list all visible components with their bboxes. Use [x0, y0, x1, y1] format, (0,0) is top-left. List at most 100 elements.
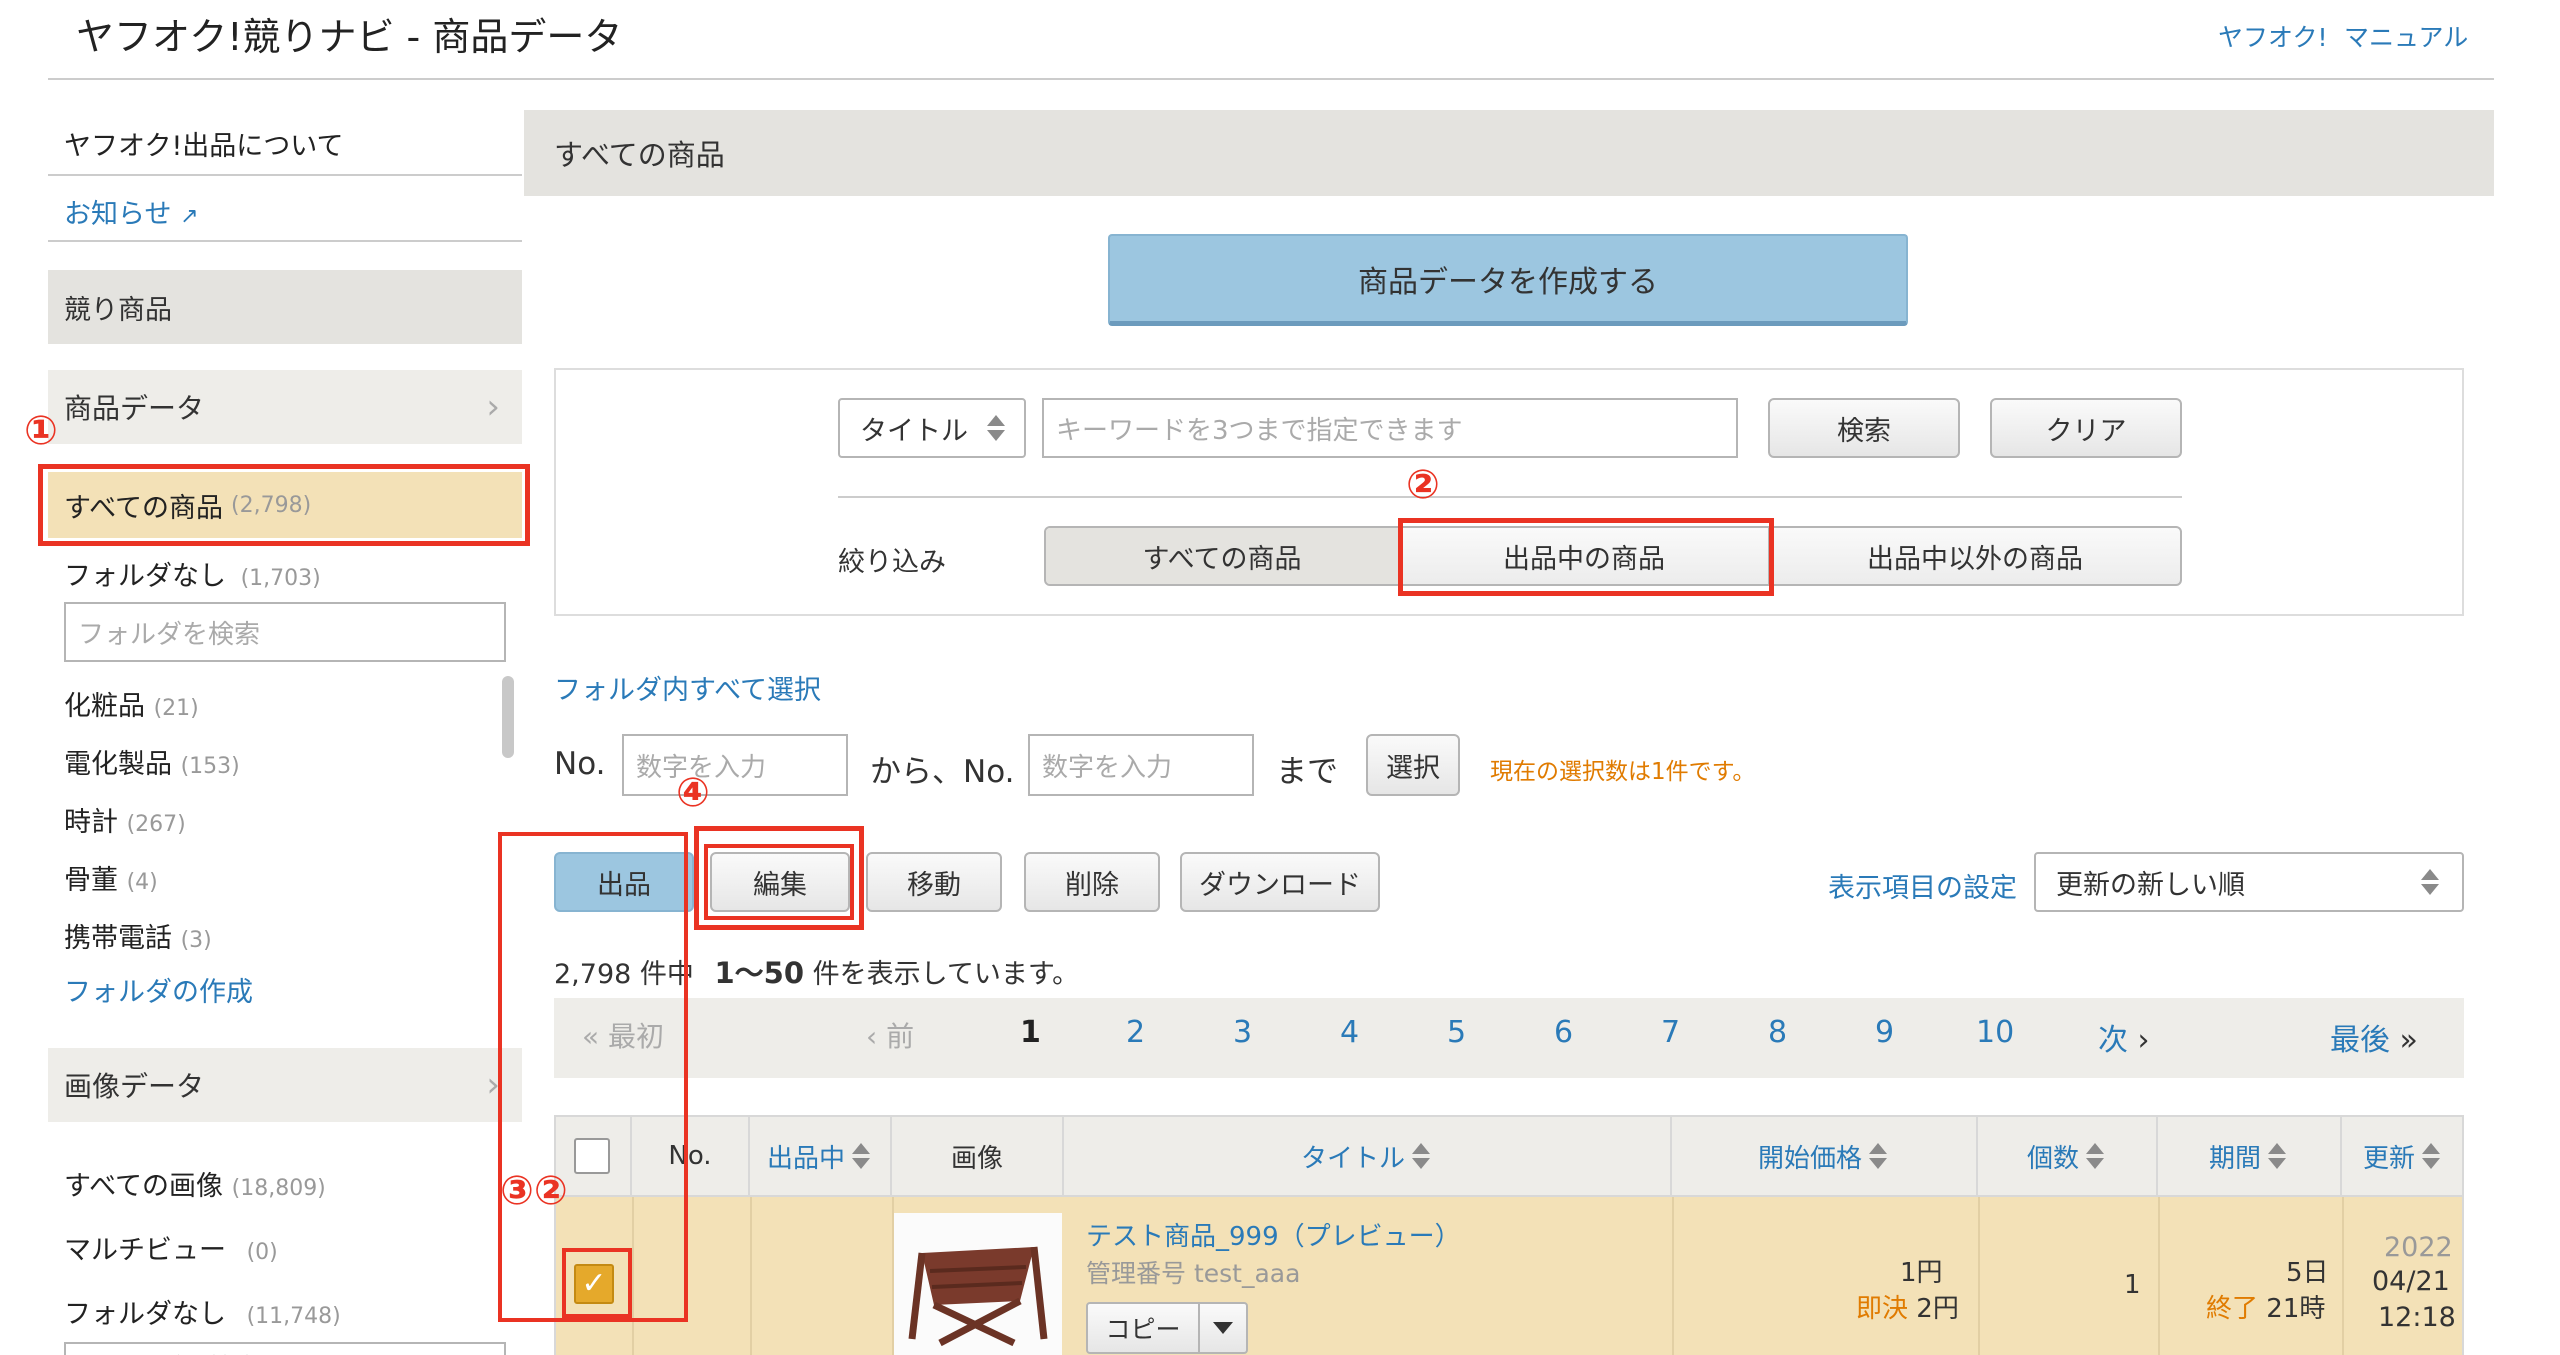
sidebar-section-items-label: 競り商品 [64, 294, 172, 326]
range-from-text: から、No. [870, 754, 1015, 790]
range-select-button[interactable]: 選択 [1366, 734, 1460, 796]
col-image: 画像 [892, 1115, 1064, 1197]
sort-icon [1409, 1141, 1433, 1171]
selection-status: 現在の選択数は1件です。 [1490, 759, 1756, 785]
folder-item[interactable]: 化粧品 (21) [64, 684, 504, 742]
row-column-divider [1978, 1197, 1980, 1355]
image-folder-search-input[interactable]: フォルダを検索 [64, 1342, 506, 1355]
search-button[interactable]: 検索 [1768, 398, 1960, 458]
duration: 5日 [2286, 1258, 2329, 1288]
filter-all-items[interactable]: すべての商品 [1046, 528, 1400, 584]
delete-button[interactable]: 削除 [1024, 852, 1160, 912]
filter-unlisted-items[interactable]: 出品中以外の商品 [1770, 528, 2180, 584]
annotation-badge-2: ② [1406, 462, 1440, 508]
sidebar-news-link[interactable]: お知らせ ↗ [64, 192, 199, 231]
sort-icon [2265, 1141, 2289, 1171]
sidebar-item-product-data[interactable]: 商品データ › [48, 370, 522, 444]
sort-icon [849, 1141, 873, 1171]
col-start-price[interactable]: 開始価格 [1672, 1115, 1978, 1197]
sidebar-item-image-data[interactable]: 画像データ › [48, 1048, 522, 1122]
chevron-right-icon: › [2137, 1023, 2150, 1058]
sidebar-no-folder-label: フォルダなし [64, 561, 226, 592]
sort-select[interactable]: 更新の新しい順 [2034, 852, 2464, 912]
summary-range: 1〜50 [714, 956, 805, 990]
folder-item[interactable]: 骨董 (4) [64, 858, 504, 916]
sort-icon [2083, 1141, 2107, 1171]
annotation-box-2 [1398, 518, 1774, 596]
folder-item[interactable]: 電化製品 (153) [64, 742, 504, 800]
download-button[interactable]: ダウンロード [1180, 852, 1380, 912]
keyword-search-input[interactable]: キーワードを3つまで指定できます [1042, 398, 1738, 458]
page-title: ヤフオク!競りナビ - 商品データ [76, 15, 623, 59]
search-divider [838, 496, 2182, 498]
product-management-no: 管理番号 test_aaa [1086, 1259, 1301, 1288]
table-row[interactable] [554, 1197, 2464, 1355]
sort-icon [1866, 1141, 1890, 1171]
annotation-box-4-inner [704, 844, 854, 920]
annotation-badge-1: ① [24, 408, 58, 454]
search-field-select[interactable]: タイトル [838, 398, 1026, 458]
pager-page[interactable]: 3 [1233, 1015, 1252, 1050]
updated-date: 04/21 [2372, 1266, 2450, 1297]
annotation-badge-3: ③② [500, 1168, 568, 1214]
col-duration[interactable]: 期間 [2158, 1115, 2342, 1197]
col-updated[interactable]: 更新 [2342, 1115, 2464, 1197]
pager-page[interactable]: 7 [1661, 1015, 1680, 1050]
pager-page[interactable]: 10 [1976, 1015, 2014, 1050]
start-price: 1円 [1900, 1258, 1943, 1288]
clear-button[interactable]: クリア [1990, 398, 2182, 458]
range-until-text: まで [1276, 754, 1338, 790]
range-from-input[interactable]: 数字を入力 [622, 734, 848, 796]
folder-item[interactable]: 携帯電話 (3) [64, 916, 504, 968]
sidebar-about[interactable]: ヤフオク!出品について [64, 124, 343, 163]
folder-search-input[interactable]: フォルダを検索 [64, 602, 506, 662]
sidebar-item-all-images[interactable]: すべての画像 (18,809) [64, 1164, 326, 1203]
product-title-link[interactable]: テスト商品_999（プレビュー） [1086, 1216, 1461, 1253]
sidebar-product-data-label: 商品データ [64, 392, 205, 425]
col-qty[interactable]: 個数 [1978, 1115, 2158, 1197]
main-heading: すべての商品 [554, 138, 725, 172]
sidebar-item-no-folder[interactable]: フォルダなし (1,703) [64, 554, 321, 593]
copy-dropdown-toggle[interactable] [1200, 1304, 1246, 1352]
copy-button[interactable]: コピー [1088, 1304, 1200, 1352]
pager-last[interactable]: 最後 » [2330, 1015, 2418, 1059]
buyout-price: 即決 2円 [1856, 1288, 1959, 1325]
pager-page[interactable]: 6 [1554, 1015, 1573, 1050]
pager-page[interactable]: 2 [1126, 1015, 1145, 1050]
main-heading-bar: すべての商品 [524, 110, 2494, 196]
product-thumbnail[interactable] [894, 1213, 1062, 1355]
create-folder-link[interactable]: フォルダの作成 [64, 970, 253, 1009]
pager-page-current: 1 [1020, 1015, 1041, 1050]
folder-item[interactable]: 時計 (267) [64, 800, 504, 858]
header-link-yahuoku[interactable]: ヤフオク! [2218, 18, 2328, 54]
pager-page[interactable]: 5 [1447, 1015, 1466, 1050]
pager-next[interactable]: 次 › [2098, 1015, 2150, 1059]
display-settings-link[interactable]: 表示項目の設定 [1828, 866, 2017, 905]
filter-label: 絞り込み [838, 547, 946, 578]
pager-prev: ‹ 前 [866, 1020, 915, 1053]
end-label: 終了 [2206, 1294, 2259, 1324]
header-link-manual[interactable]: マニュアル [2344, 18, 2468, 54]
create-product-button[interactable]: 商品データを作成する [1108, 234, 1908, 326]
row-column-divider [2342, 1197, 2344, 1355]
annotation-box-1 [38, 464, 530, 546]
col-listing[interactable]: 出品中 [750, 1115, 892, 1197]
pager-page[interactable]: 8 [1768, 1015, 1787, 1050]
pager-page[interactable]: 9 [1875, 1015, 1894, 1050]
sidebar-divider [48, 174, 522, 176]
move-button[interactable]: 移動 [866, 852, 1002, 912]
sidebar-item-image-no-folder[interactable]: フォルダなし (11,748) [64, 1292, 341, 1331]
sidebar-news-label: お知らせ [64, 199, 172, 230]
copy-split-button: コピー [1086, 1302, 1248, 1354]
sidebar-divider-2 [48, 240, 522, 242]
product-image [894, 1213, 1062, 1355]
folder-list-scrollbar[interactable] [502, 676, 514, 758]
range-to-input[interactable]: 数字を入力 [1028, 734, 1254, 796]
sidebar-item-multi-view[interactable]: マルチビュー (0) [64, 1228, 278, 1267]
col-title[interactable]: タイトル [1064, 1115, 1672, 1197]
pager-bar [554, 998, 2464, 1078]
updown-arrow-icon [984, 413, 1008, 443]
pager-page[interactable]: 4 [1340, 1015, 1359, 1050]
select-all-in-folder-link[interactable]: フォルダ内すべて選択 [554, 668, 821, 707]
search-field-select-label: タイトル [860, 415, 968, 447]
